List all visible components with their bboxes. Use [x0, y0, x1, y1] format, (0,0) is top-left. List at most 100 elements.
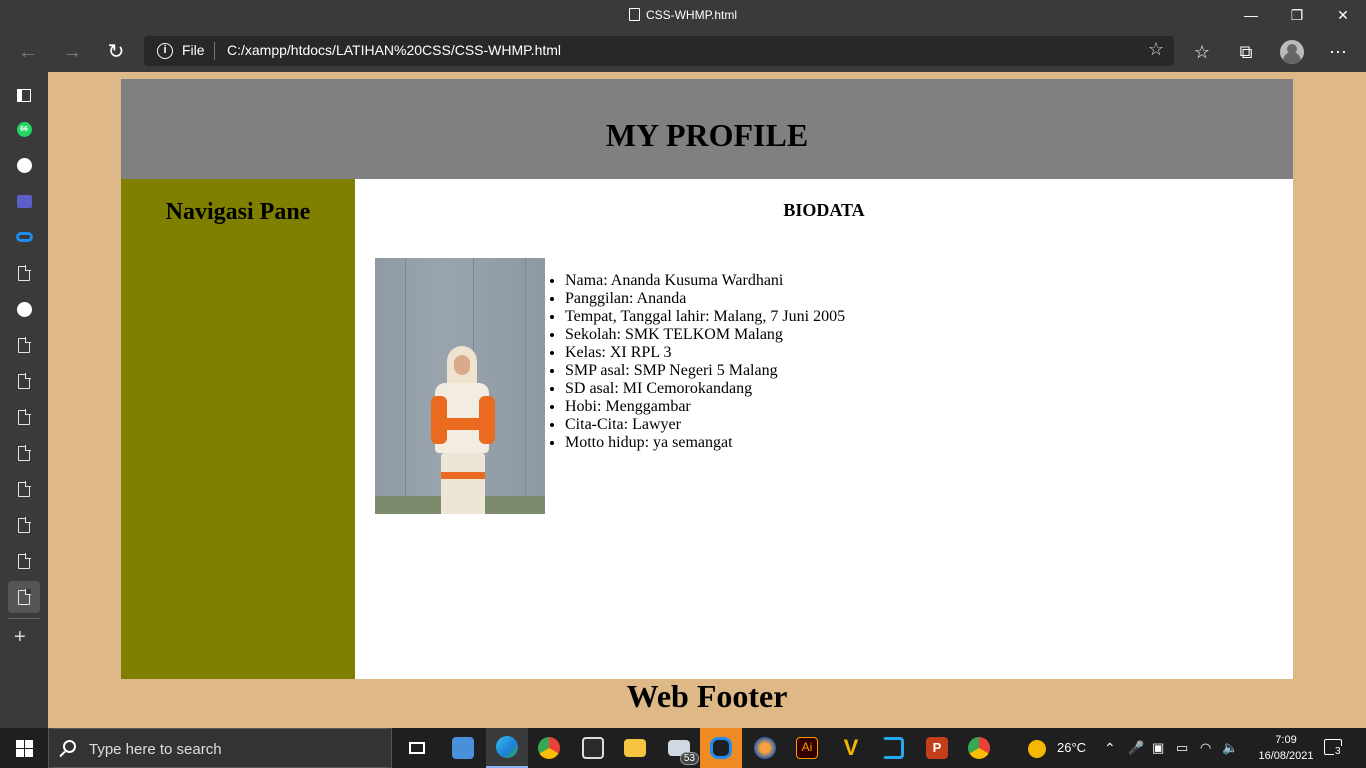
battery-icon[interactable]: ▭: [1176, 728, 1188, 768]
tab-github[interactable]: [8, 149, 40, 181]
tab-page[interactable]: [8, 401, 40, 433]
tab-github[interactable]: [8, 293, 40, 325]
address-bar[interactable]: i File C:/xampp/htdocs/LATIHAN%20CSS/CSS…: [144, 36, 1174, 66]
list-item: Motto hidup: ya semangat: [565, 434, 845, 452]
wifi-icon[interactable]: ◠: [1200, 728, 1211, 768]
page-icon: [18, 588, 31, 605]
taskbar-app-edge[interactable]: [486, 728, 528, 768]
news-icon: [452, 737, 474, 759]
taskbar-app-mail[interactable]: 53: [658, 728, 700, 768]
taskbar: Type here to search 53 Ai V P 26°C ⌃ 🎤 ▣…: [0, 728, 1366, 768]
taskbar-app-store[interactable]: [572, 728, 614, 768]
taskbar-app-browser[interactable]: [744, 728, 786, 768]
webex-icon: [710, 737, 732, 759]
system-clock[interactable]: 7:09 16/08/2021: [1254, 732, 1318, 764]
tab-page[interactable]: [8, 365, 40, 397]
taskbar-app-news[interactable]: [442, 728, 484, 768]
list-item: Sekolah: SMK TELKOM Malang: [565, 326, 845, 344]
browser-toolbar: ← → ↻ i File C:/xampp/htdocs/LATIHAN%20C…: [0, 32, 1366, 72]
taskbar-app-webex[interactable]: [700, 728, 742, 768]
content-title: BIODATA: [783, 200, 865, 220]
add-favorite-icon[interactable]: ☆: [1148, 39, 1164, 60]
weather-icon[interactable]: [1028, 728, 1046, 768]
taskbar-app-vscode[interactable]: [872, 728, 914, 768]
illustrator-icon: Ai: [796, 737, 818, 759]
globe-icon: [754, 737, 776, 759]
minimize-button[interactable]: —: [1228, 0, 1274, 32]
url-text[interactable]: C:/xampp/htdocs/LATIHAN%20CSS/CSS-WHMP.h…: [227, 42, 561, 58]
favorites-button[interactable]: ☆: [1186, 36, 1218, 68]
show-hidden-icons-button[interactable]: ⌃: [1104, 728, 1116, 768]
meet-now-icon[interactable]: ▣: [1152, 728, 1164, 768]
list-item: Kelas: XI RPL 3: [565, 344, 845, 362]
taskbar-search[interactable]: Type here to search: [48, 728, 392, 768]
navigation-pane: Navigasi Pane: [121, 179, 355, 679]
store-icon: [582, 737, 604, 759]
page-title: MY PROFILE: [605, 117, 809, 153]
webex-icon: [15, 232, 33, 242]
reload-button[interactable]: ↻: [100, 36, 132, 68]
tab-page[interactable]: [8, 509, 40, 541]
profile-photo: [375, 258, 545, 514]
divider: [8, 618, 40, 619]
scheme-label: File: [182, 42, 205, 58]
tab-whatsapp[interactable]: 66: [8, 113, 40, 145]
notification-count: 3: [1334, 746, 1342, 757]
list-item: Hobi: Menggambar: [565, 398, 845, 416]
start-button[interactable]: [0, 728, 48, 768]
folder-icon: [624, 739, 646, 757]
page-header: MY PROFILE: [121, 79, 1293, 179]
page-icon: [18, 480, 31, 497]
taskbar-app-v[interactable]: V: [830, 728, 872, 768]
profile-avatar[interactable]: [1280, 40, 1304, 64]
taskbar-app-illustrator[interactable]: Ai: [786, 728, 828, 768]
close-button[interactable]: ✕: [1320, 0, 1366, 32]
tab-page[interactable]: [8, 437, 40, 469]
volume-icon[interactable]: 🔈: [1222, 728, 1238, 768]
tab-page[interactable]: [8, 473, 40, 505]
tab-teams[interactable]: [8, 185, 40, 217]
new-tab-button[interactable]: +: [14, 626, 26, 649]
page-footer: Web Footer: [626, 678, 788, 714]
tab-webex[interactable]: [8, 221, 40, 253]
v-app-icon: V: [840, 737, 862, 759]
list-item: Nama: Ananda Kusuma Wardhani: [565, 272, 845, 290]
list-item: Panggilan: Ananda: [565, 290, 845, 308]
list-item: Tempat, Tanggal lahir: Malang, 7 Juni 20…: [565, 308, 845, 326]
tab-page[interactable]: [8, 329, 40, 361]
mail-badge: 53: [679, 752, 699, 765]
list-app-icon: [16, 194, 32, 208]
clock-time: 7:09: [1275, 734, 1297, 746]
taskbar-app-chrome[interactable]: [528, 728, 570, 768]
list-item: SD asal: MI Cemorokandang: [565, 380, 845, 398]
page-icon: [18, 336, 31, 353]
taskbar-app-chrome-profile[interactable]: [958, 728, 1000, 768]
page-icon: [18, 408, 31, 425]
edge-icon: [496, 736, 518, 758]
task-view-button[interactable]: [396, 728, 438, 768]
settings-more-button[interactable]: ⋯: [1322, 36, 1354, 68]
task-view-icon: [409, 742, 425, 754]
weather-temperature[interactable]: 26°C: [1057, 728, 1086, 768]
tab-active-page[interactable]: [8, 581, 40, 613]
tab-page[interactable]: [8, 545, 40, 577]
search-placeholder: Type here to search: [89, 741, 222, 758]
page-viewport: MY PROFILE Navigasi Pane BIODATA Nama: A…: [48, 72, 1366, 728]
document-icon: [628, 8, 640, 21]
back-button[interactable]: ←: [12, 36, 44, 68]
taskbar-app-powerpoint[interactable]: P: [916, 728, 958, 768]
microphone-icon[interactable]: 🎤: [1128, 728, 1144, 768]
tab-page[interactable]: [8, 257, 40, 289]
vertical-tabs-pane: 66 +: [0, 72, 48, 728]
collections-button[interactable]: ⧉: [1230, 36, 1262, 68]
powerpoint-icon: P: [926, 737, 948, 759]
info-icon[interactable]: i: [157, 43, 173, 59]
tab-actions-menu[interactable]: [8, 79, 40, 111]
window-title: CSS-WHMP.html: [645, 8, 738, 22]
restore-button[interactable]: ❐: [1274, 0, 1320, 32]
list-item: Cita-Cita: Lawyer: [565, 416, 845, 434]
forward-button[interactable]: →: [56, 36, 88, 68]
taskbar-app-explorer[interactable]: [614, 728, 656, 768]
notifications-button[interactable]: 3: [1324, 739, 1342, 757]
page-icon: [18, 264, 31, 281]
